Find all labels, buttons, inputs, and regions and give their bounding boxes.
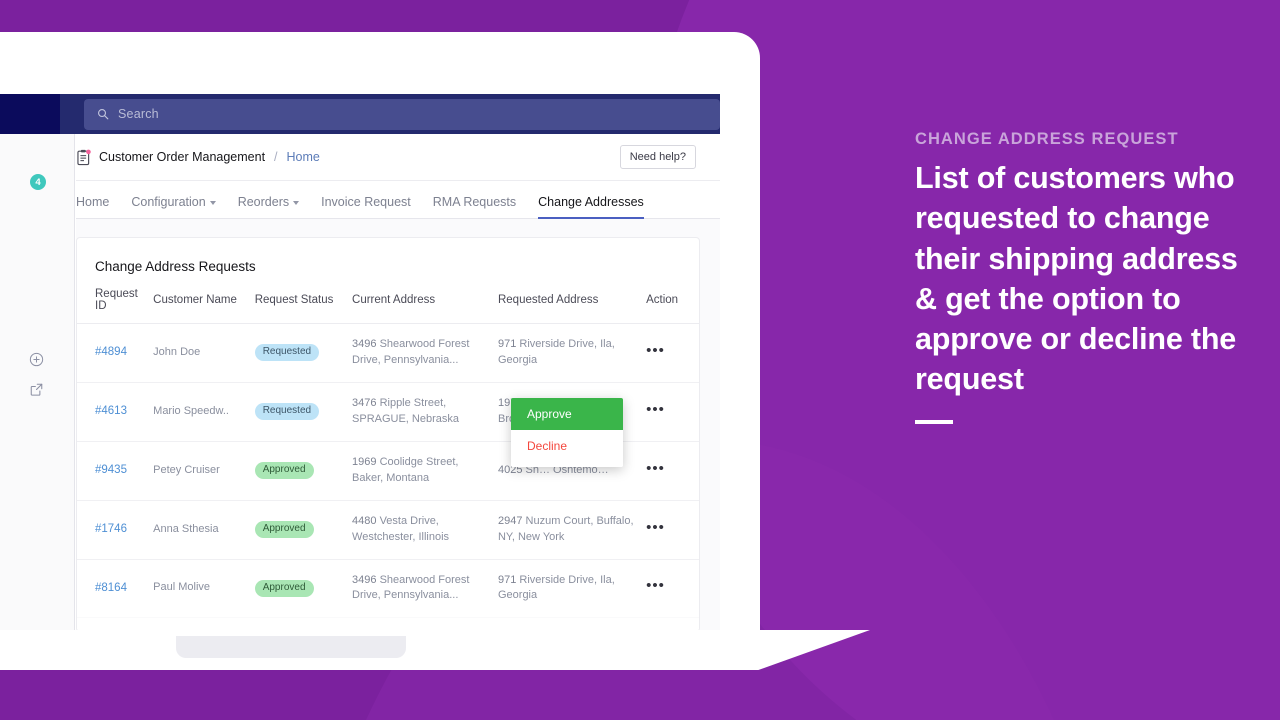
breadcrumb-current[interactable]: Home bbox=[287, 150, 320, 164]
slide-canvas: Search 4 Customer Order Management / Hom… bbox=[0, 0, 1280, 720]
panel-eyebrow: CHANGE ADDRESS REQUEST bbox=[915, 130, 1179, 148]
current-address-number: 3496 bbox=[352, 338, 377, 350]
nav-logo-block bbox=[0, 94, 60, 134]
request-id-link[interactable]: #1746 bbox=[95, 523, 127, 535]
card-title: Change Address Requests bbox=[95, 259, 256, 274]
current-address-number: 1969 bbox=[352, 455, 377, 468]
laptop-base bbox=[0, 630, 870, 670]
requested-address-number: 971 bbox=[497, 573, 517, 586]
app-screen: Search 4 Customer Order Management / Hom… bbox=[0, 94, 720, 630]
requested-address-text: Riverside Drive, Ila, Georgia bbox=[497, 573, 615, 602]
customer-name: Paul Molive bbox=[153, 581, 211, 594]
tab-label: Reorders bbox=[237, 195, 290, 209]
ellipsis-icon[interactable]: ••• bbox=[646, 461, 665, 476]
current-address-number: 4480 bbox=[352, 514, 377, 527]
change-address-requests-card: Change Address Requests Request ID Custo… bbox=[76, 237, 700, 630]
panel-headline: List of customers who requested to chang… bbox=[915, 161, 1238, 397]
ellipsis-icon[interactable]: ••• bbox=[646, 343, 665, 358]
column-header-current-address: Current Address bbox=[352, 288, 498, 324]
left-sidebar-rail: 4 bbox=[0, 134, 75, 630]
request-id-link[interactable]: #9435 bbox=[95, 464, 127, 476]
table-row[interactable]: #1746 Anna Sthesia Approved 4480 Vesta D… bbox=[77, 500, 699, 560]
customer-name: Petey Cruiser bbox=[153, 463, 220, 476]
column-header-customer-name: Customer Name bbox=[153, 288, 255, 324]
external-link-icon[interactable] bbox=[29, 382, 44, 402]
status-badge: Approved bbox=[254, 462, 314, 480]
search-icon bbox=[97, 108, 109, 120]
table-header-row: Request ID Customer Name Request Status … bbox=[77, 288, 699, 324]
breadcrumb-bar: Customer Order Management / Home Need he… bbox=[76, 134, 720, 181]
row-action-menu: Approve Decline bbox=[511, 398, 623, 467]
decline-menu-item[interactable]: Decline bbox=[511, 430, 623, 467]
tab-configuration[interactable]: Configuration bbox=[120, 195, 226, 218]
tab-label: RMA Requests bbox=[432, 195, 517, 209]
requests-table-body: #4894 John Doe Requested 3496 Shearwood … bbox=[77, 323, 699, 630]
tab-rma-requests[interactable]: RMA Requests bbox=[422, 195, 527, 218]
laptop-hinge-lip bbox=[176, 636, 406, 658]
tab-label: Change Addresses bbox=[538, 195, 644, 209]
status-badge: Requested bbox=[254, 344, 320, 362]
breadcrumb-app-title: Customer Order Management bbox=[99, 150, 266, 164]
ellipsis-icon[interactable]: ••• bbox=[646, 578, 665, 593]
breadcrumb: Customer Order Management / Home bbox=[76, 149, 320, 166]
chevron-down-icon bbox=[209, 201, 216, 205]
search-placeholder-text: Search bbox=[118, 107, 159, 121]
requested-address-text: Riverside Drive, Ila, Georgia bbox=[497, 338, 615, 366]
ellipsis-icon[interactable]: ••• bbox=[646, 402, 665, 417]
current-address-number: 3496 bbox=[352, 573, 377, 586]
tab-invoice-request[interactable]: Invoice Request bbox=[310, 195, 422, 218]
clipboard-list-icon bbox=[76, 149, 92, 166]
need-help-button[interactable]: Need help? bbox=[619, 145, 696, 169]
customer-name: John Doe bbox=[153, 345, 201, 358]
request-id-link[interactable]: #4894 bbox=[95, 346, 127, 358]
column-header-request-id: Request ID bbox=[77, 288, 154, 324]
tab-home[interactable]: Home bbox=[76, 195, 120, 218]
column-header-request-status: Request Status bbox=[254, 288, 353, 324]
tab-label: Configuration bbox=[131, 195, 206, 209]
tab-reorders[interactable]: Reorders bbox=[227, 195, 310, 218]
notification-badge[interactable]: 4 bbox=[30, 174, 46, 190]
table-row[interactable]: #8164 Paul Molive Approved 3496 Shearwoo… bbox=[77, 559, 699, 619]
top-nav-content: Search bbox=[60, 94, 720, 134]
table-row[interactable]: #9411 Anna Mull Requested 4765 Dark Holl… bbox=[77, 617, 699, 630]
approve-menu-item[interactable]: Approve bbox=[511, 398, 623, 430]
table-row[interactable]: #4894 John Doe Requested 3496 Shearwood … bbox=[77, 323, 699, 383]
plus-circle-icon[interactable] bbox=[29, 352, 44, 372]
status-badge: Requested bbox=[254, 403, 320, 421]
tab-bar: Home Configuration Reorders Invoice Requ… bbox=[76, 181, 720, 219]
requested-address-number: 2947 bbox=[497, 514, 523, 527]
chevron-down-icon bbox=[293, 201, 300, 205]
customer-name: Anna Sthesia bbox=[153, 522, 219, 535]
search-input[interactable]: Search bbox=[84, 98, 720, 130]
marketing-panel: CHANGE ADDRESS REQUEST List of customers… bbox=[915, 130, 1255, 424]
request-id-link[interactable]: #8164 bbox=[95, 582, 127, 594]
tab-label: Home bbox=[76, 195, 110, 209]
tab-change-addresses[interactable]: Change Addresses bbox=[527, 195, 655, 219]
main-content-area: Customer Order Management / Home Need he… bbox=[76, 134, 720, 630]
customer-name: Mario Speedw.. bbox=[153, 404, 229, 417]
request-id-link[interactable]: #4613 bbox=[95, 405, 127, 417]
breadcrumb-separator: / bbox=[274, 150, 278, 164]
ellipsis-icon[interactable]: ••• bbox=[646, 520, 665, 535]
column-header-action: Action bbox=[646, 288, 699, 324]
status-badge: Approved bbox=[254, 521, 314, 539]
card-container: Change Address Requests Request ID Custo… bbox=[76, 219, 720, 630]
status-badge: Approved bbox=[254, 579, 314, 597]
requested-address-number: 971 bbox=[497, 338, 517, 350]
top-navigation-bar: Search bbox=[0, 94, 720, 134]
current-address-number: 3476 bbox=[352, 396, 377, 409]
panel-underline-rule bbox=[915, 419, 953, 424]
tab-label: Invoice Request bbox=[321, 195, 411, 209]
column-header-requested-address: Requested Address bbox=[497, 288, 647, 324]
